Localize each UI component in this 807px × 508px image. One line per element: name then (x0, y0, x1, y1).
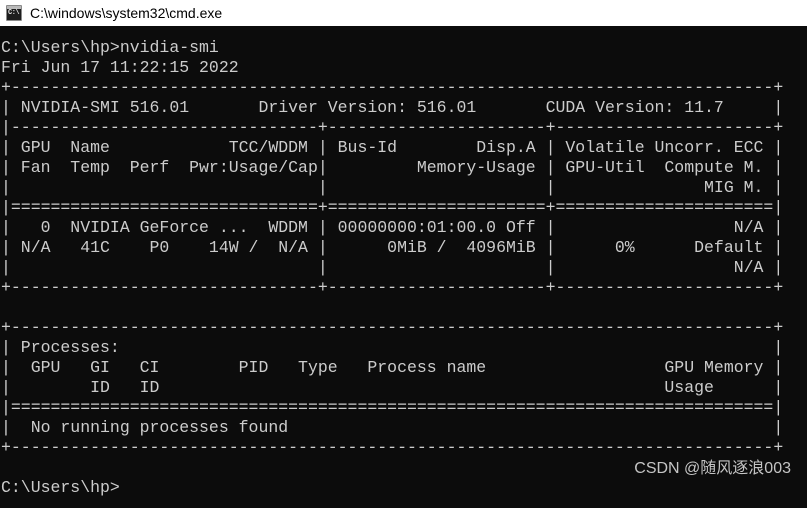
console-line: | NVIDIA-SMI 516.01 Driver Version: 516.… (1, 98, 784, 117)
console-line: | N/A 41C P0 14W / N/A | 0MiB / 4096MiB … (1, 238, 784, 257)
console-line: |===============================+=======… (1, 198, 784, 217)
console-line: | GPU Name TCC/WDDM | Bus-Id Disp.A | Vo… (1, 138, 784, 157)
console-line: | | | N/A | (1, 258, 784, 277)
console-text-buffer: C:\Users\hp>nvidia-smi Fri Jun 17 11:22:1… (1, 38, 783, 498)
console-line: |=======================================… (1, 398, 784, 417)
console-line: | GPU GI CI PID Type Process name GPU Me… (1, 358, 784, 377)
console-line: | Processes: | (1, 338, 784, 357)
console-line: |-------------------------------+-------… (1, 118, 784, 137)
console-line: C:\Users\hp>nvidia-smi (1, 38, 219, 57)
console-line: | 0 NVIDIA GeForce ... WDDM | 00000000:0… (1, 218, 784, 237)
console-output-area[interactable]: C:\Users\hp>nvidia-smi Fri Jun 17 11:22:1… (0, 26, 807, 508)
console-line: +-------------------------------+-------… (1, 278, 784, 297)
cmd-console-icon: C:\ (6, 5, 22, 21)
console-line: | | | MIG M. | (1, 178, 784, 197)
cmd-window: C:\ C:\windows\system32\cmd.exe C:\Users… (0, 0, 807, 508)
window-title: C:\windows\system32\cmd.exe (30, 5, 223, 21)
console-line: | No running processes found | (1, 418, 784, 437)
console-line: | Fan Temp Perf Pwr:Usage/Cap| Memory-Us… (1, 158, 784, 177)
window-titlebar[interactable]: C:\ C:\windows\system32\cmd.exe (0, 0, 807, 26)
console-line: +---------------------------------------… (1, 318, 784, 337)
console-line: | ID ID Usage | (1, 378, 784, 397)
console-line: Fri Jun 17 11:22:15 2022 (1, 58, 239, 77)
console-line: C:\Users\hp> (1, 478, 120, 497)
console-line: +---------------------------------------… (1, 78, 784, 97)
csdn-watermark: CSDN @随风逐浪003 (634, 460, 791, 477)
cmd-icon-label: C:\ (8, 9, 20, 17)
